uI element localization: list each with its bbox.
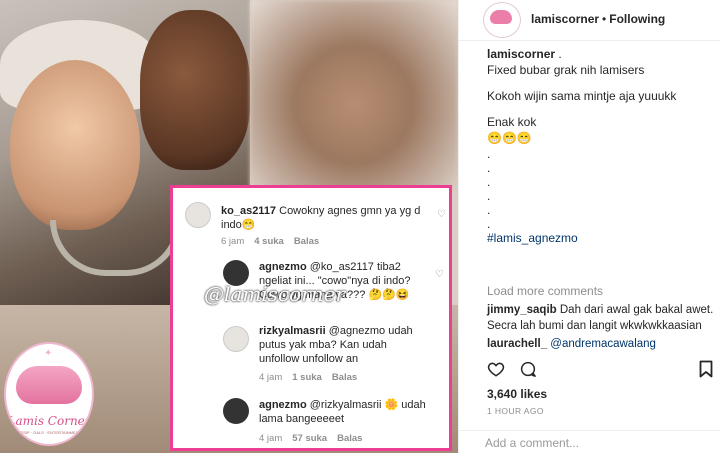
comment: laurachell_ @andremacawalang xyxy=(487,336,719,352)
caption-line: Fixed bubar grak nih lamisers xyxy=(487,63,645,77)
header-info: lamiscorner • Following xyxy=(531,12,665,26)
comment-input[interactable] xyxy=(485,435,685,451)
comment-meta: 4 jam 1 suka Balas xyxy=(259,372,358,383)
post-header: lamiscorner • Following xyxy=(459,0,720,41)
lamis-corner-logo: ✦ Lamis Corner GOSSIP · GALS · ENTERTAIN… xyxy=(4,342,94,446)
logo-subtitle: GOSSIP · GALS · ENTERTAINMENTS xyxy=(14,430,84,435)
comment-username[interactable]: laurachell_ xyxy=(487,338,547,350)
comment-text: agnezmo @rizkyalmasrii 🌼 udah lama bange… xyxy=(259,399,426,425)
load-more-comments[interactable]: Load more comments xyxy=(487,284,603,298)
avatar xyxy=(185,202,211,228)
blurred-photo-top xyxy=(250,0,458,190)
logo-title: Lamis Corner xyxy=(7,414,91,428)
avatar xyxy=(223,326,249,352)
comment-screenshot: ko_as2117 Cowokny agnes gmn ya yg d indo… xyxy=(170,185,452,451)
lips-icon xyxy=(16,366,82,404)
caption-line: Enak kok xyxy=(487,115,537,129)
bookmark-icon[interactable] xyxy=(699,360,713,378)
avatar[interactable] xyxy=(483,2,521,38)
caption-emoji: 😁😁😁 xyxy=(487,131,532,145)
mention-link[interactable]: @andremacawalang xyxy=(550,338,656,350)
comment: jimmy_saqib Dah dari awal gak bakal awet… xyxy=(487,304,714,332)
heart-icon: ♡ xyxy=(435,269,444,280)
comment-meta: 4 jam 57 suka Balas xyxy=(259,433,363,444)
username-link[interactable]: lamiscorner xyxy=(531,12,599,26)
add-comment-bar xyxy=(459,430,720,454)
comment-text: ko_as2117 Cowokny agnes gmn ya yg d indo… xyxy=(221,205,421,231)
follow-button[interactable]: Following xyxy=(609,12,665,26)
lips-icon xyxy=(490,10,512,24)
star-icon: ✦ xyxy=(44,348,53,359)
separator: • xyxy=(602,12,607,26)
avatar xyxy=(223,398,249,424)
caption-username[interactable]: lamiscorner xyxy=(487,47,555,61)
comment-username[interactable]: jimmy_saqib xyxy=(487,304,557,316)
post-timestamp: 1 HOUR AGO xyxy=(487,406,544,416)
post-sidebar: lamiscorner • Following lamiscorner . Fixe… xyxy=(458,0,720,453)
instagram-post: ✦ Lamis Corner GOSSIP · GALS · ENTERTAIN… xyxy=(0,0,720,453)
caption-dots: . . . . . . xyxy=(487,147,491,231)
watermark: @lamiscorner xyxy=(204,282,346,306)
caption-line: Kokoh wijin sama mintje aja yuuukk xyxy=(487,89,677,103)
comment-text: rizkyalmasrii @agnezmo udah putus yak mb… xyxy=(259,325,413,365)
comment-icon[interactable] xyxy=(519,360,537,378)
like-count[interactable]: 3,640 likes xyxy=(487,387,547,401)
hashtag-link[interactable]: #lamis_agnezmo xyxy=(487,230,717,246)
post-image[interactable]: ✦ Lamis Corner GOSSIP · GALS · ENTERTAIN… xyxy=(0,0,458,453)
caption: lamiscorner . Fixed bubar grak nih lamis… xyxy=(487,46,717,246)
heart-icon[interactable] xyxy=(487,360,505,378)
comment-meta: 6 jam 4 suka Balas xyxy=(221,236,320,247)
heart-icon: ♡ xyxy=(437,209,446,220)
